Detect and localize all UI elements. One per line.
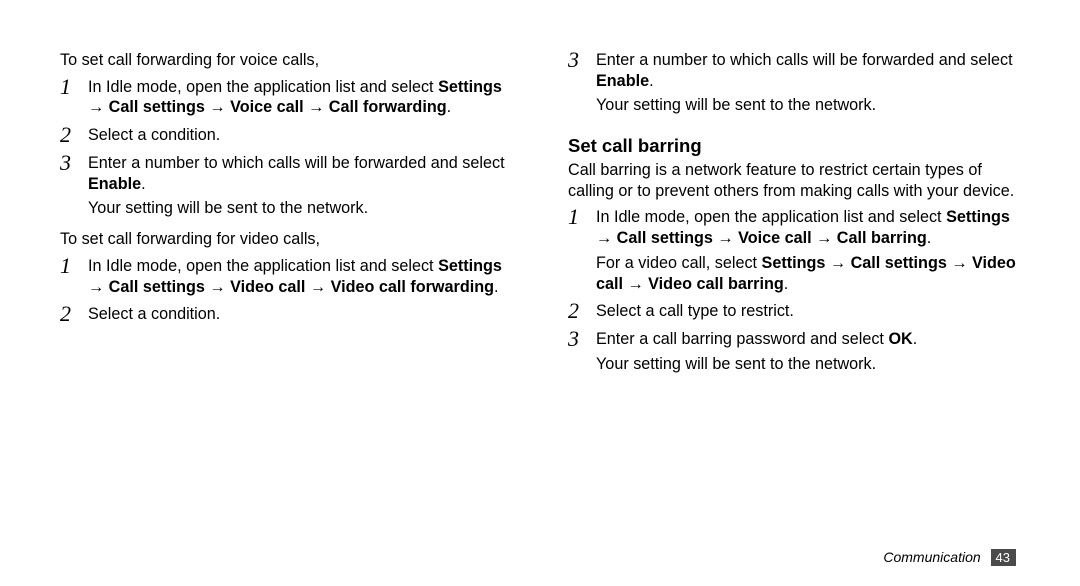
list-item: 1 In Idle mode, open the application lis…	[60, 77, 512, 118]
step-text: .	[141, 175, 146, 193]
step-text: .	[649, 72, 654, 90]
step-note: Your setting will be sent to the network…	[596, 95, 1020, 116]
barring-steps-list: 1 In Idle mode, open the application lis…	[568, 207, 1020, 374]
step-bold: Enable	[88, 175, 141, 193]
step-text: Select a call type to restrict.	[596, 302, 794, 320]
list-item: 2 Select a condition.	[60, 304, 512, 325]
cont-steps-list: 3 Enter a number to which calls will be …	[568, 50, 1020, 116]
step-text: In Idle mode, open the application list …	[88, 257, 438, 275]
intro-voice: To set call forwarding for voice calls,	[60, 50, 512, 71]
list-item: 1 In Idle mode, open the application lis…	[568, 207, 1020, 294]
step-number: 2	[568, 297, 579, 325]
right-column: 3 Enter a number to which calls will be …	[568, 50, 1020, 556]
list-item: 3 Enter a call barring password and sele…	[568, 329, 1020, 374]
step-bold: OK	[888, 330, 912, 348]
list-item: 3 Enter a number to which calls will be …	[568, 50, 1020, 116]
list-item: 1 In Idle mode, open the application lis…	[60, 256, 512, 297]
step-text: In Idle mode, open the application list …	[88, 78, 438, 96]
step-text: .	[784, 275, 789, 293]
step-text: .	[913, 330, 918, 348]
step-number: 3	[568, 46, 579, 74]
step-bold: Enable	[596, 72, 649, 90]
step-text: Enter a number to which calls will be fo…	[88, 154, 505, 172]
step-number: 3	[568, 325, 579, 353]
page-footer: Communication 43	[883, 549, 1016, 566]
footer-section: Communication	[883, 549, 980, 565]
step-text: Select a condition.	[88, 305, 220, 323]
intro-video: To set call forwarding for video calls,	[60, 229, 512, 250]
barring-intro: Call barring is a network feature to res…	[568, 160, 1020, 201]
step-text: For a video call, select	[596, 254, 762, 272]
video-steps-list: 1 In Idle mode, open the application lis…	[60, 256, 512, 325]
step-number: 1	[60, 252, 71, 280]
voice-steps-list: 1 In Idle mode, open the application lis…	[60, 77, 512, 219]
left-column: To set call forwarding for voice calls, …	[60, 50, 512, 556]
step-number: 2	[60, 300, 71, 328]
footer-page-number: 43	[991, 549, 1016, 566]
step-text: Select a condition.	[88, 126, 220, 144]
step-number: 2	[60, 121, 71, 149]
step-note: Your setting will be sent to the network…	[596, 354, 1020, 375]
step-text: Enter a call barring password and select	[596, 330, 888, 348]
list-item: 2 Select a condition.	[60, 125, 512, 146]
heading-call-barring: Set call barring	[568, 134, 1020, 158]
step-number: 3	[60, 149, 71, 177]
step-text: .	[927, 229, 932, 247]
list-item: 3 Enter a number to which calls will be …	[60, 153, 512, 219]
step-text: .	[494, 278, 499, 296]
step-text: In Idle mode, open the application list …	[596, 208, 946, 226]
step-note: Your setting will be sent to the network…	[88, 198, 512, 219]
step-number: 1	[568, 203, 579, 231]
page: To set call forwarding for voice calls, …	[0, 0, 1080, 586]
step-secondary: For a video call, select Settings → Call…	[596, 253, 1020, 294]
step-text: Enter a number to which calls will be fo…	[596, 51, 1013, 69]
step-text: .	[447, 98, 452, 116]
list-item: 2 Select a call type to restrict.	[568, 301, 1020, 322]
step-number: 1	[60, 73, 71, 101]
